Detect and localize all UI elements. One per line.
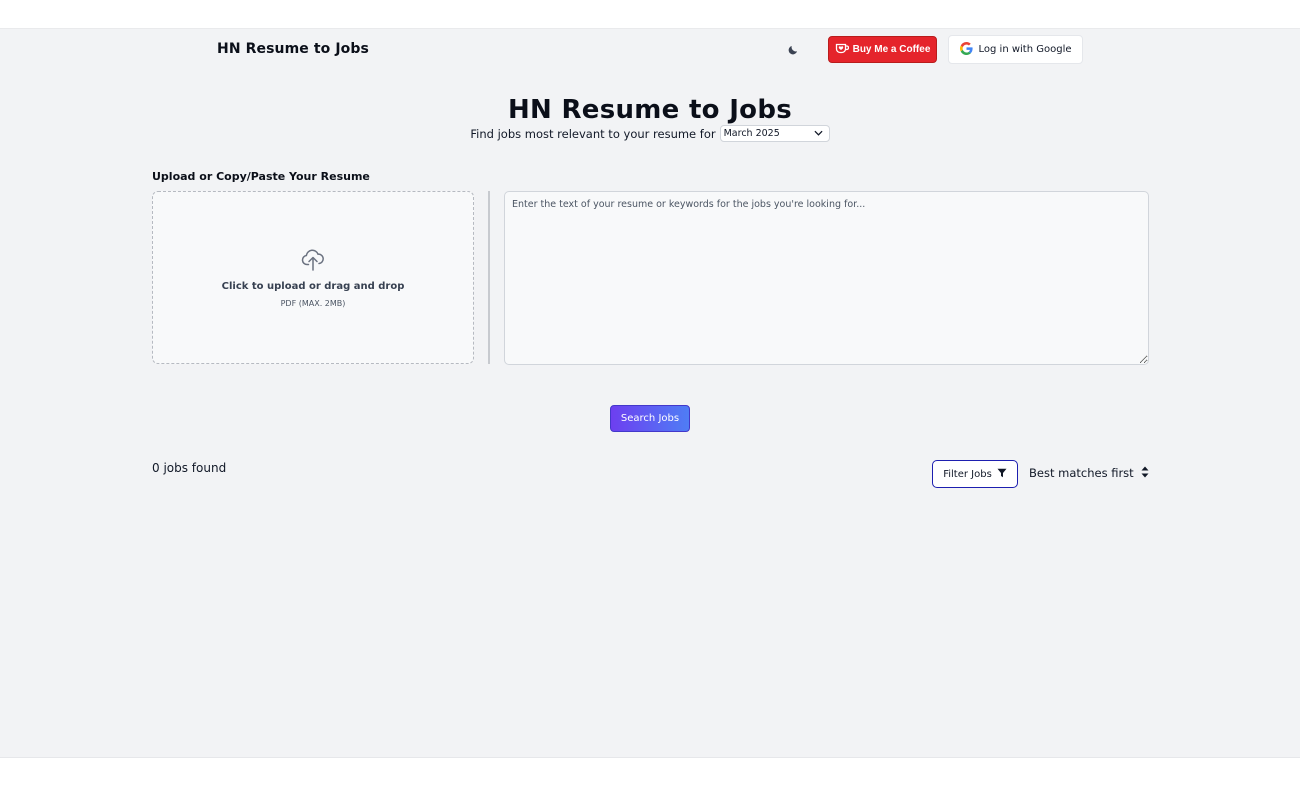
subtitle-row: Find jobs most relevant to your resume f…	[0, 125, 1300, 142]
month-select-value: March 2025	[723, 128, 780, 139]
dropzone-text: Click to upload or drag and drop	[221, 281, 405, 292]
sort-select[interactable]: Best matches first	[1029, 463, 1149, 483]
upload-section-label: Upload or Copy/Paste Your Resume	[152, 170, 370, 183]
coffee-button-label: Buy Me a Coffee	[852, 44, 931, 55]
sort-arrows-icon	[1141, 466, 1149, 481]
google-login-button[interactable]: Log in with Google	[948, 35, 1083, 64]
buy-me-a-coffee-button[interactable]: Buy Me a Coffee	[828, 36, 937, 63]
google-button-label: Log in with Google	[978, 44, 1072, 55]
chevron-down-icon	[814, 128, 823, 139]
funnel-icon	[997, 468, 1007, 481]
resume-dropzone[interactable]: Click to upload or drag and drop PDF (MA…	[152, 191, 474, 364]
app-title[interactable]: HN Resume to Jobs	[217, 41, 369, 57]
filter-jobs-button[interactable]: Filter Jobs	[932, 460, 1018, 488]
page-title: HN Resume to Jobs	[507, 95, 793, 125]
dropzone-hint: PDF (MAX. 2MB)	[280, 299, 346, 308]
resume-textarea[interactable]	[504, 191, 1149, 365]
month-select[interactable]: March 2025	[719, 125, 830, 142]
vertical-divider	[488, 191, 490, 364]
subtitle-text: Find jobs most relevant to your resume f…	[470, 126, 716, 141]
jobs-count: 0 jobs found	[152, 461, 227, 475]
search-jobs-button[interactable]: Search Jobs	[610, 405, 690, 432]
google-icon	[959, 41, 973, 58]
filter-jobs-label: Filter Jobs	[943, 468, 992, 480]
sort-select-value: Best matches first	[1029, 466, 1134, 480]
coffee-cup-icon	[835, 43, 849, 57]
moon-icon[interactable]	[784, 41, 802, 59]
page-container: HN Resume to Jobs Buy Me a Coffee Log in…	[0, 28, 1300, 758]
cloud-upload-icon	[301, 246, 325, 276]
